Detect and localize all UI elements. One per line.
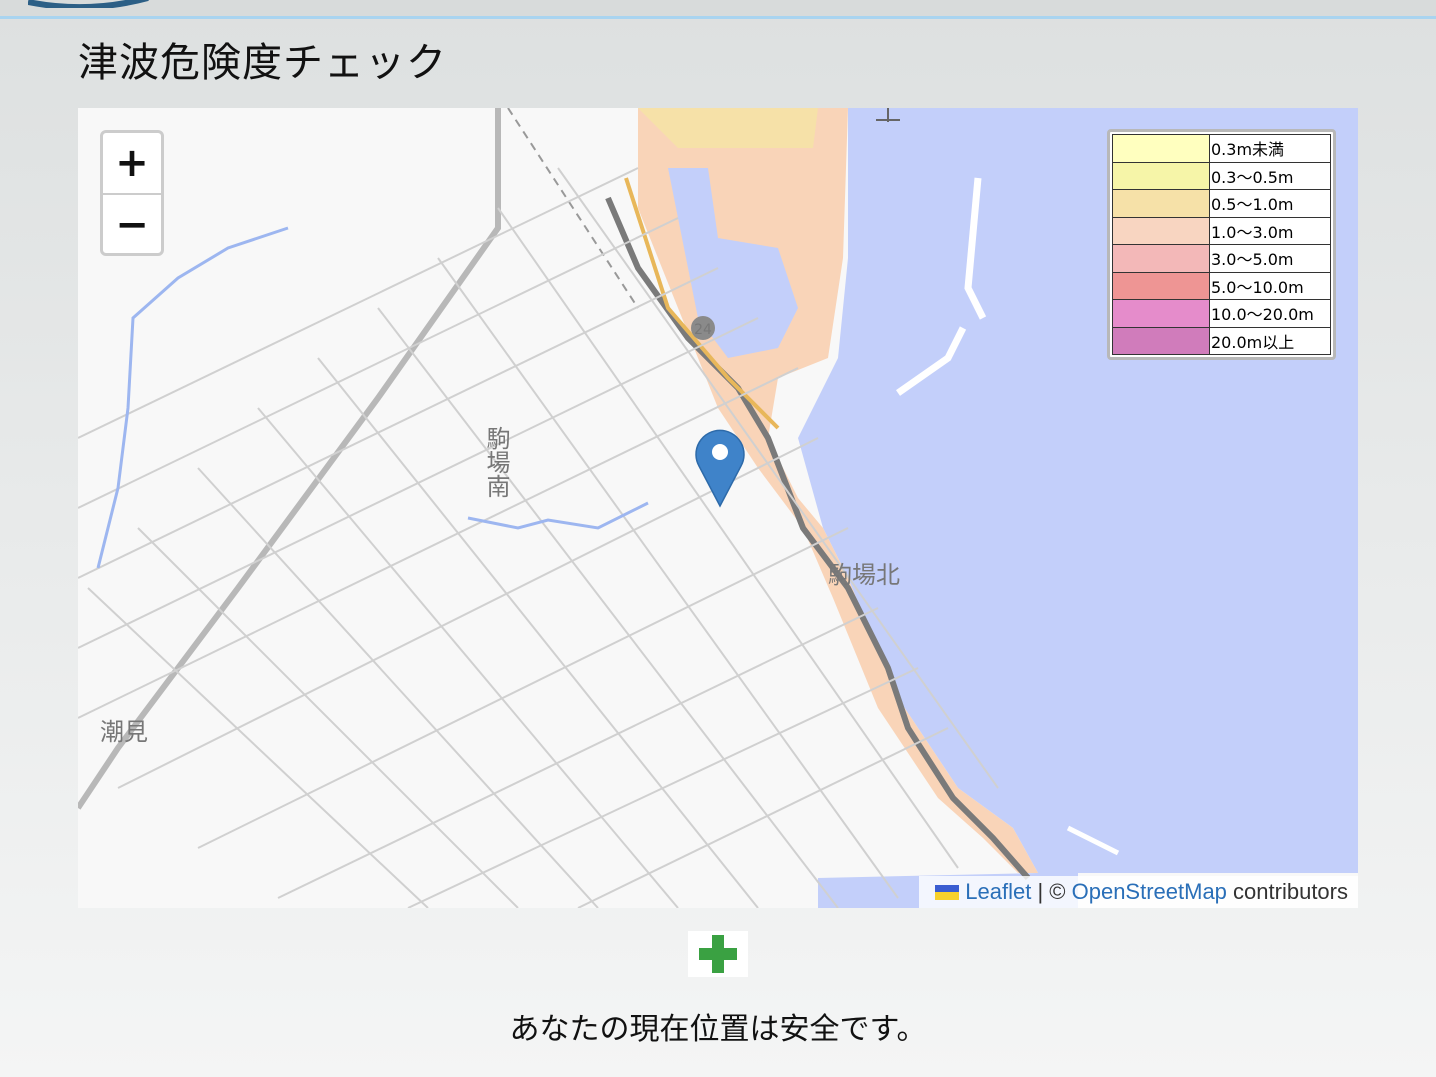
road-shield: 24 — [694, 322, 712, 338]
place-label-komaba-minami: 駒場南 — [482, 426, 510, 498]
legend-row: 0.5〜1.0m — [1112, 189, 1331, 218]
legend-row: 20.0m以上 — [1112, 326, 1331, 355]
inundation-legend: 0.3m未満 0.3〜0.5m 0.5〜1.0m 1.0〜3.0m 3.0〜5.0m 5.… — [1107, 129, 1336, 360]
legend-swatch — [1112, 244, 1210, 273]
place-label-shiomi: 潮見 — [100, 718, 148, 746]
legend-row: 5.0〜10.0m — [1112, 271, 1331, 300]
legend-label: 20.0m以上 — [1209, 326, 1331, 355]
legend-label: 5.0〜10.0m — [1209, 271, 1331, 300]
attribution-separator: | © — [1037, 879, 1066, 904]
legend-row: 0.3m未満 — [1112, 134, 1331, 163]
legend-label: 0.3〜0.5m — [1209, 161, 1331, 190]
zoom-in-button[interactable]: + — [103, 133, 161, 195]
map-attribution: Leaflet | © OpenStreetMap contributors — [919, 876, 1358, 908]
status-message: あなたの現在位置は安全です。 — [509, 1012, 927, 1047]
place-label-komaba-kita: 駒場北 — [828, 561, 900, 589]
leaflet-link[interactable]: Leaflet — [965, 879, 1031, 904]
legend-label: 0.5〜1.0m — [1209, 189, 1331, 218]
openstreetmap-link[interactable]: OpenStreetMap — [1072, 879, 1227, 904]
legend-swatch — [1112, 134, 1210, 163]
legend-row: 3.0〜5.0m — [1112, 244, 1331, 273]
legend-row: 1.0〜3.0m — [1112, 216, 1331, 245]
legend-row: 0.3〜0.5m — [1112, 161, 1331, 190]
legend-swatch — [1112, 161, 1210, 190]
attribution-contributors: contributors — [1233, 879, 1348, 904]
legend-swatch — [1112, 326, 1210, 355]
ukraine-flag-icon — [935, 885, 960, 900]
legend-swatch — [1112, 271, 1210, 300]
legend-swatch — [1112, 189, 1210, 218]
safe-plus-icon — [688, 931, 748, 977]
legend-label: 0.3m未満 — [1209, 134, 1331, 163]
zoom-control: + − — [100, 130, 164, 256]
legend-label: 3.0〜5.0m — [1209, 244, 1331, 273]
map-view[interactable]: 24 駒場南 駒場北 潮見 + − 0.3m未満 0.3〜0.5m 0.5〜1.0m… — [78, 108, 1358, 908]
header-bar — [0, 0, 1436, 19]
legend-row: 10.0〜20.0m — [1112, 299, 1331, 328]
legend-swatch — [1112, 299, 1210, 328]
page-title: 津波危険度チェック — [78, 40, 447, 86]
zoom-out-button[interactable]: − — [103, 195, 161, 255]
logo-icon — [28, 0, 149, 8]
legend-label: 10.0〜20.0m — [1209, 299, 1331, 328]
legend-swatch — [1112, 216, 1210, 245]
legend-label: 1.0〜3.0m — [1209, 216, 1331, 245]
